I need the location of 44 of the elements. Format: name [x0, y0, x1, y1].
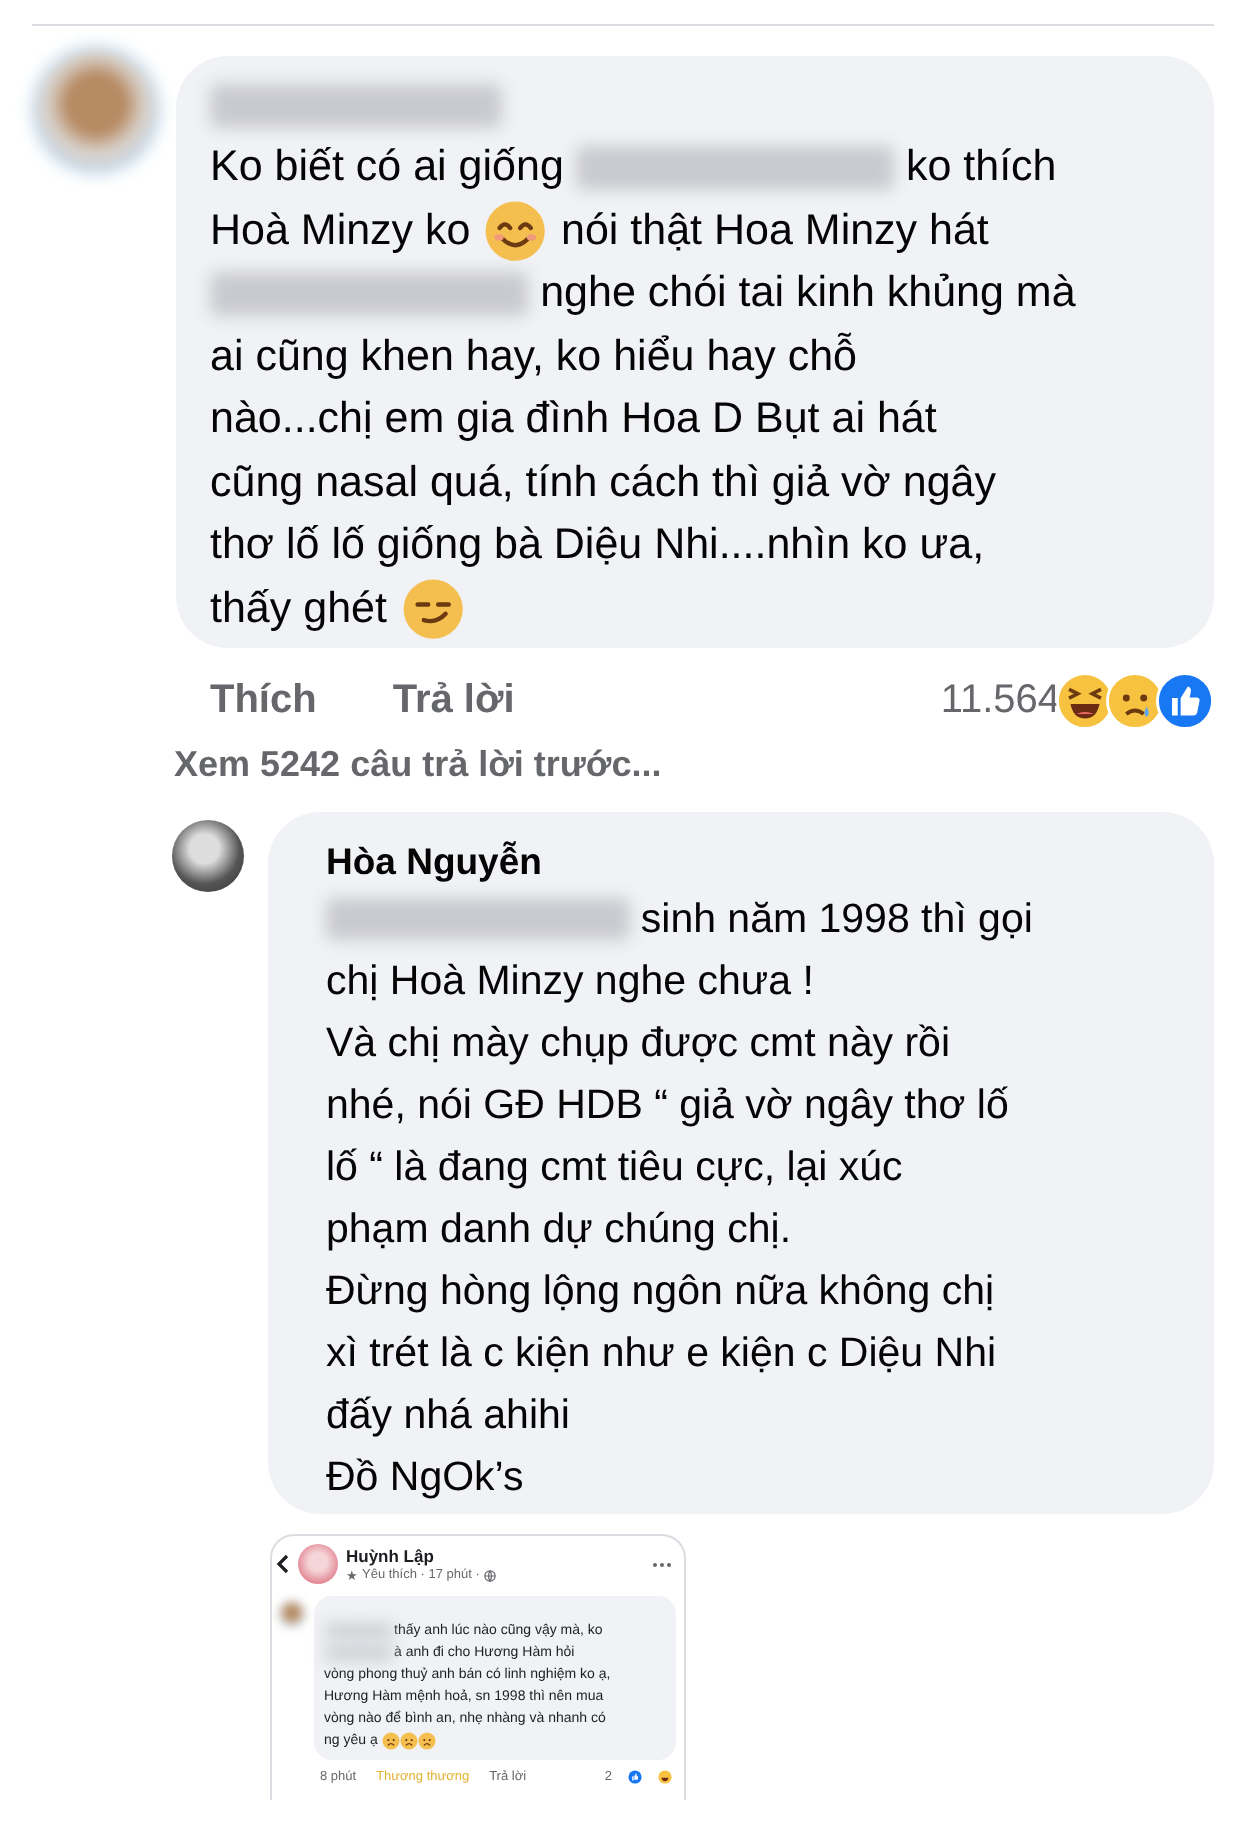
comment-text: Đừng hòng lộng ngôn nữa không chị	[326, 1267, 995, 1315]
view-more-replies-link[interactable]: Xem 5242 câu trả lời trước...	[174, 744, 662, 784]
reply-button[interactable]: Trả lời	[392, 677, 515, 723]
comment-text: chị Hoà Minzy nghe chưa !	[326, 957, 814, 1005]
smirk-emoji-icon	[401, 577, 464, 640]
like-button[interactable]: Thích	[210, 677, 317, 723]
avatar	[172, 820, 244, 892]
sad-emoji-icon	[417, 1732, 436, 1750]
more-options-icon	[652, 1561, 672, 1567]
comment-text: thấy ghét	[210, 583, 389, 634]
thumbs-up-icon	[628, 1770, 642, 1784]
sad-emoji-icon	[1106, 671, 1164, 729]
sad-emoji-icon	[381, 1732, 400, 1750]
comment-text: Hoà Minzy ko	[210, 205, 473, 256]
laughing-emoji-icon	[658, 1770, 672, 1784]
author-name[interactable]: Huỳnh Lập	[346, 1545, 644, 1565]
comment-text: thơ lố lố giống bà Diệu Nhi....nhìn ko ưa,	[210, 520, 985, 571]
globe-icon	[483, 1569, 496, 1581]
blurred-avatar	[36, 50, 156, 170]
reaction-count: 11.564	[940, 677, 1060, 723]
back-icon	[276, 1554, 290, 1574]
comment-text: lố “ là đang cmt tiêu cực, lại xúc	[326, 1143, 903, 1191]
sad-emoji-icon	[399, 1732, 418, 1750]
comment-text: nói thật Hoa Minzy hát	[558, 205, 989, 256]
comment-text: sinh năm 1998 thì gọi	[638, 895, 1033, 943]
comment-text: Ko biết có ai giống	[210, 142, 566, 193]
comment-text: ko thích	[903, 142, 1057, 193]
comment-text: nào...chị em gia đình Hoa D Bụt ai hát	[210, 394, 937, 445]
comment-text: ai cũng khen hay, ko hiểu hay chỗ	[210, 331, 858, 382]
comment-text: nghe chói tai kinh khủng mà	[538, 268, 1076, 319]
avatar	[298, 1544, 338, 1584]
comment-text: Đồ NgOk’s	[326, 1453, 524, 1501]
blurred-avatar	[278, 1600, 306, 1628]
laughing-emoji-icon	[1056, 671, 1114, 729]
blurred-name	[324, 1624, 394, 1638]
author-name[interactable]: Hòa Nguyễn	[326, 840, 542, 884]
thumbs-up-icon	[1156, 671, 1214, 729]
comment-text: xì trét là c kiện như e kiện c Diệu Nhi	[326, 1329, 997, 1377]
comment-text: nhé, nói GĐ HDB “ giả vờ ngây thơ lố	[326, 1081, 1009, 1129]
comment-text: phạm danh dự chúng chị.	[326, 1205, 792, 1253]
comment-text: cũng nasal quá, tính cách thì giả vờ ngây	[210, 457, 996, 508]
smile-emoji-icon	[484, 199, 547, 262]
comment-text: đấy nhá ahihi	[326, 1391, 570, 1439]
comment-text: Và chị mày chụp được cmt này rồi	[326, 1019, 951, 1067]
